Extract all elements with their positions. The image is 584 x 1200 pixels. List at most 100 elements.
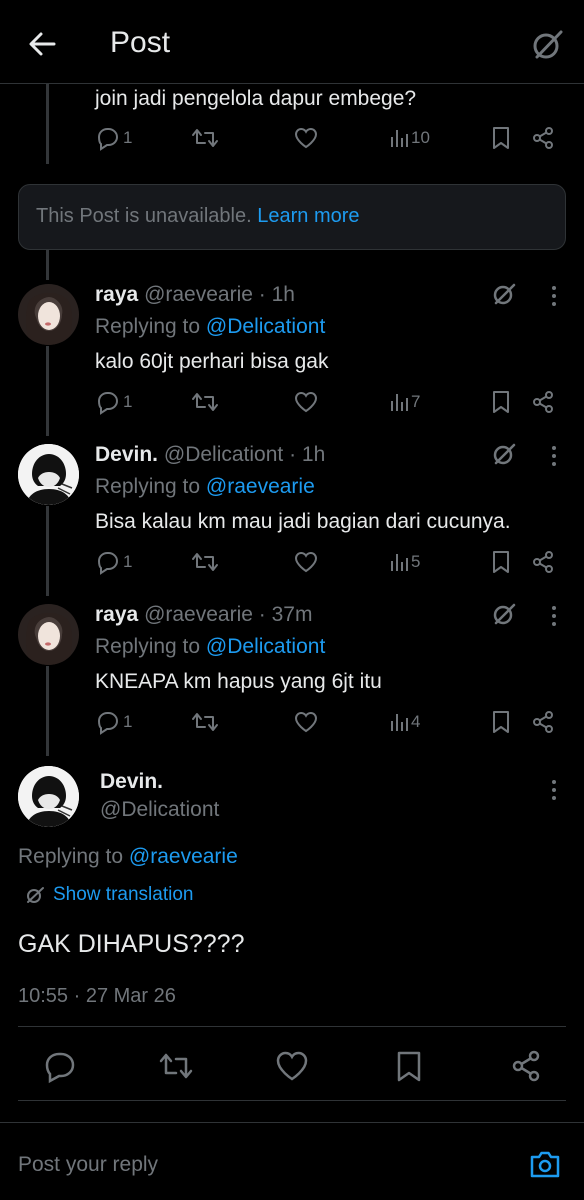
views-count: 5 bbox=[411, 552, 421, 571]
replying-to-link[interactable]: @raevearie bbox=[129, 845, 238, 868]
repost-icon bbox=[159, 1053, 193, 1079]
bookmark-button[interactable] bbox=[490, 124, 512, 152]
replying-to: Replying to @Delicationt bbox=[95, 635, 325, 659]
back-arrow-icon[interactable] bbox=[24, 26, 60, 62]
show-translation-label: Show translation bbox=[53, 884, 194, 905]
share-icon bbox=[533, 551, 553, 573]
grok-icon[interactable] bbox=[490, 280, 518, 308]
avatar[interactable] bbox=[18, 444, 79, 505]
user-name[interactable]: Devin. bbox=[100, 770, 163, 794]
reply-icon bbox=[97, 128, 119, 151]
views-button[interactable]: 4 bbox=[389, 708, 420, 736]
user-name[interactable]: Devin. bbox=[95, 443, 158, 466]
reply-button[interactable]: 1 bbox=[95, 548, 132, 576]
share-icon bbox=[533, 127, 553, 149]
more-options-icon[interactable] bbox=[544, 778, 564, 802]
heart-icon bbox=[294, 711, 318, 733]
reply-button[interactable] bbox=[42, 1048, 78, 1084]
repost-button[interactable] bbox=[190, 124, 220, 152]
repost-icon bbox=[192, 393, 218, 411]
learn-more-link[interactable]: Learn more bbox=[257, 205, 359, 227]
bookmark-icon bbox=[493, 127, 509, 149]
reply-icon bbox=[45, 1052, 75, 1084]
heart-icon bbox=[294, 391, 318, 413]
reply-icon bbox=[97, 552, 119, 575]
grok-icon bbox=[27, 887, 44, 903]
views-button[interactable]: 5 bbox=[389, 548, 420, 576]
reply-button[interactable]: 1 bbox=[95, 708, 132, 736]
main-post-text: GAK DIHAPUS???? bbox=[18, 930, 245, 958]
share-button[interactable] bbox=[508, 1048, 544, 1084]
like-button[interactable] bbox=[293, 124, 319, 152]
bookmark-icon bbox=[397, 1051, 421, 1082]
views-icon bbox=[391, 394, 408, 411]
camera-icon[interactable] bbox=[528, 1147, 562, 1181]
thread-line bbox=[46, 346, 49, 436]
user-handle: @Delicationt bbox=[100, 798, 220, 821]
repost-icon bbox=[192, 553, 218, 571]
share-button[interactable] bbox=[530, 388, 556, 416]
user-handle: @raevearie · 37m bbox=[144, 603, 313, 626]
reply-icon bbox=[97, 712, 119, 735]
grok-icon[interactable] bbox=[490, 600, 518, 628]
repost-icon bbox=[192, 713, 218, 731]
replying-to-link[interactable]: @raevearie bbox=[206, 475, 315, 498]
post-header: raya @raevearie · 1h bbox=[95, 283, 295, 307]
more-options-icon[interactable] bbox=[544, 284, 564, 308]
share-button[interactable] bbox=[530, 548, 556, 576]
page-title: Post bbox=[110, 26, 171, 59]
views-button[interactable]: 7 bbox=[389, 388, 420, 416]
avatar[interactable] bbox=[18, 284, 79, 345]
like-button[interactable] bbox=[293, 388, 319, 416]
grok-icon[interactable] bbox=[490, 440, 518, 468]
like-button[interactable] bbox=[274, 1048, 310, 1084]
like-button[interactable] bbox=[293, 708, 319, 736]
bookmark-button[interactable] bbox=[490, 388, 512, 416]
share-button[interactable] bbox=[530, 124, 556, 152]
repost-icon bbox=[192, 129, 218, 147]
more-options-icon[interactable] bbox=[544, 444, 564, 468]
replying-to-link[interactable]: @Delicationt bbox=[206, 315, 325, 338]
user-name[interactable]: raya bbox=[95, 283, 138, 306]
replying-prefix: Replying to bbox=[95, 635, 201, 658]
reply-button[interactable]: 1 bbox=[95, 388, 132, 416]
thread-line bbox=[46, 666, 49, 756]
bookmark-button[interactable] bbox=[490, 548, 512, 576]
share-icon bbox=[533, 711, 553, 733]
avatar[interactable] bbox=[18, 604, 79, 665]
repost-button[interactable] bbox=[190, 388, 220, 416]
grok-icon[interactable] bbox=[528, 26, 566, 64]
user-name[interactable]: raya bbox=[95, 603, 138, 626]
heart-icon bbox=[276, 1051, 308, 1081]
reply-composer: Post your reply bbox=[0, 1122, 584, 1200]
replying-prefix: Replying to bbox=[18, 845, 124, 868]
views-icon bbox=[391, 130, 408, 147]
bookmark-icon bbox=[493, 551, 509, 573]
views-count: 10 bbox=[411, 128, 430, 147]
thread-line bbox=[46, 250, 49, 280]
divider bbox=[18, 1026, 566, 1027]
replying-to: Replying to @Delicationt bbox=[95, 315, 325, 339]
reply-button[interactable]: 1 bbox=[95, 124, 132, 152]
share-button[interactable] bbox=[530, 708, 556, 736]
replying-to-link[interactable]: @Delicationt bbox=[206, 635, 325, 658]
repost-button[interactable] bbox=[190, 708, 220, 736]
post-text: KNEAPA km hapus yang 6jt itu bbox=[95, 670, 382, 693]
repost-button[interactable] bbox=[190, 548, 220, 576]
post-text: kalo 60jt perhari bisa gak bbox=[95, 350, 329, 373]
like-button[interactable] bbox=[293, 548, 319, 576]
more-options-icon[interactable] bbox=[544, 604, 564, 628]
bookmark-button[interactable] bbox=[490, 708, 512, 736]
avatar[interactable] bbox=[18, 766, 79, 827]
reply-input[interactable]: Post your reply bbox=[18, 1153, 158, 1177]
reply-count: 1 bbox=[123, 712, 133, 731]
bookmark-button[interactable] bbox=[391, 1048, 427, 1084]
views-count: 7 bbox=[411, 392, 421, 411]
show-translation-button[interactable]: Show translation bbox=[24, 884, 193, 906]
share-icon bbox=[533, 391, 553, 413]
views-button[interactable]: 10 bbox=[389, 124, 430, 152]
reply-count: 1 bbox=[123, 392, 133, 411]
repost-button[interactable] bbox=[157, 1048, 193, 1084]
post-header: raya @raevearie · 37m bbox=[95, 603, 312, 627]
top-bar: Post bbox=[0, 0, 584, 84]
